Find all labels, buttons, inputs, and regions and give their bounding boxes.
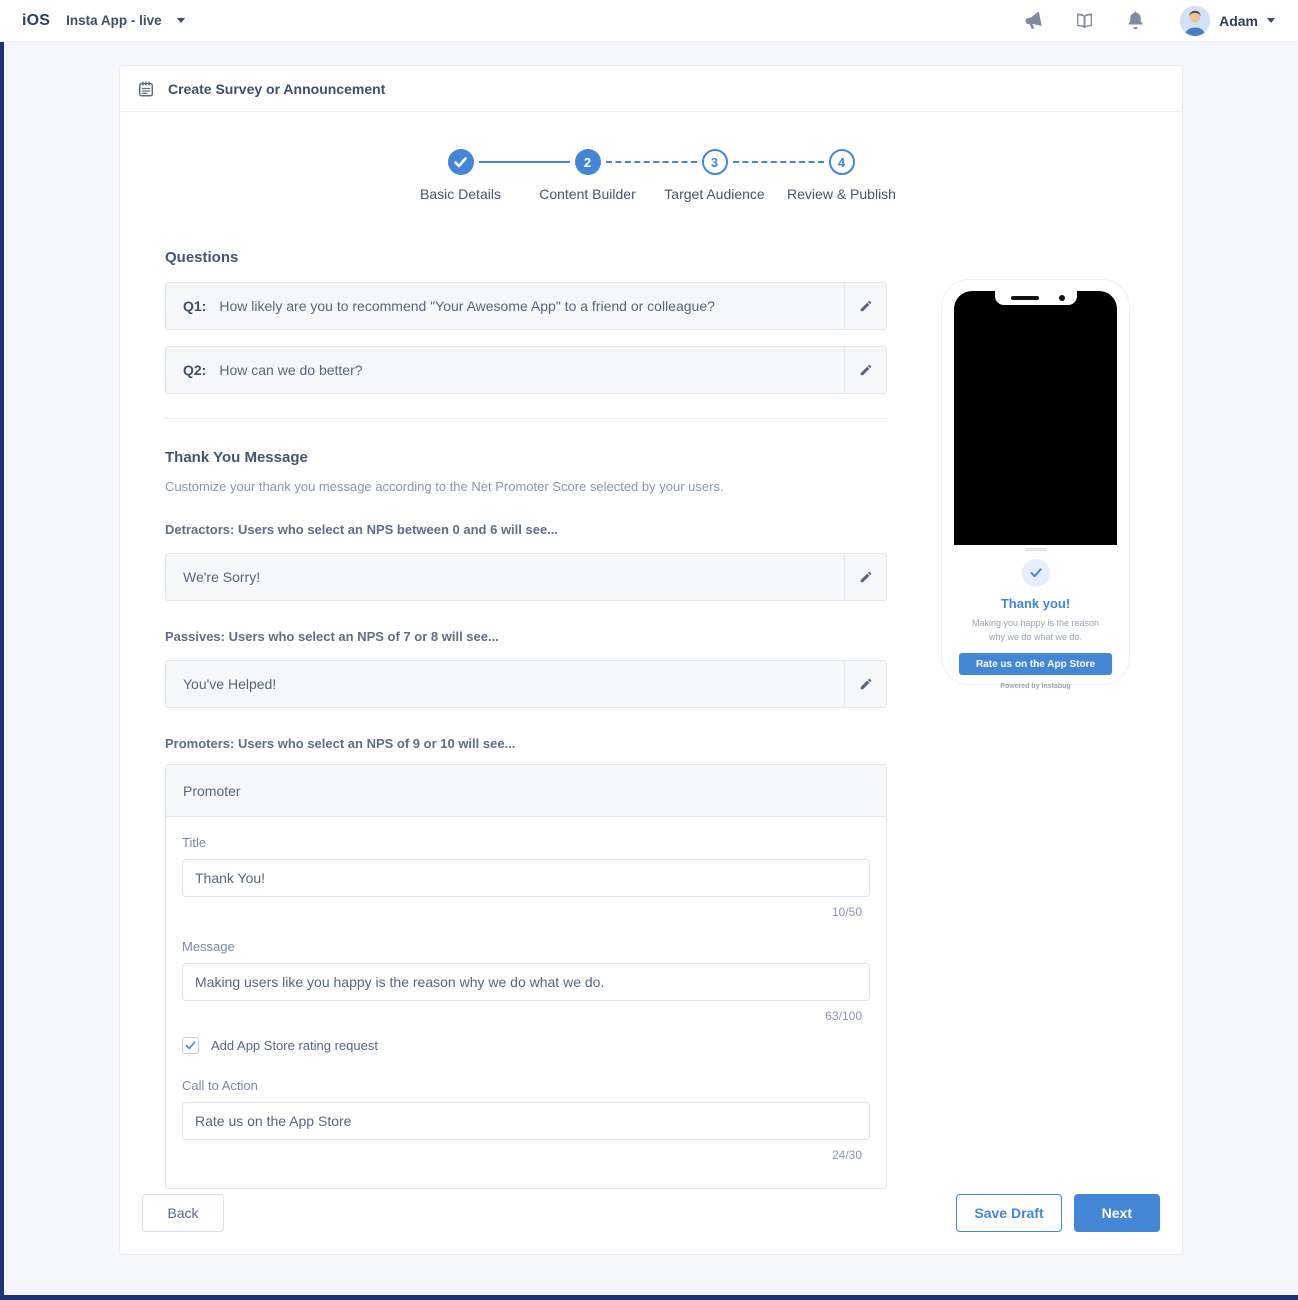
check-icon <box>454 156 467 167</box>
promoters-label: Promoters: Users who select an NPS of 9 … <box>165 736 516 751</box>
question-1-prefix: Q1: <box>183 298 207 314</box>
check-icon <box>185 1041 196 1050</box>
step-1-circle[interactable] <box>447 149 474 175</box>
pencil-icon <box>860 364 871 376</box>
sheet-handle <box>1024 548 1047 551</box>
question-row-1: Q1: How likely are you to recommend "Your… <box>165 282 887 330</box>
left-edge-strip <box>0 42 4 1300</box>
preview-rate-button: Rate us on the App Store <box>959 653 1112 675</box>
detractors-row: We're Sorry! <box>165 553 887 601</box>
user-name[interactable]: Adam <box>1219 13 1258 29</box>
app-store-rating-checkbox-row[interactable]: Add App Store rating request <box>182 1037 870 1054</box>
phone-screen: Thank you! Making you happy is the reaso… <box>954 291 1117 690</box>
create-survey-card: Create Survey or Announcement Basic Deta… <box>119 65 1183 1255</box>
step-2-label: Content Builder <box>539 186 636 202</box>
wizard-stepper: Basic Details 2 Content Builder 3 Target… <box>397 149 905 202</box>
save-draft-button[interactable]: Save Draft <box>956 1194 1062 1232</box>
check-icon <box>1029 568 1042 578</box>
announcements-megaphone-icon[interactable] <box>1023 10 1044 31</box>
step-1-label: Basic Details <box>420 186 501 202</box>
preview-check-badge <box>1021 559 1050 587</box>
user-menu-chevron-down-icon[interactable] <box>1266 17 1276 24</box>
section-divider <box>165 418 887 419</box>
step-4-circle[interactable]: 4 <box>828 149 855 175</box>
bottom-edge-strip <box>0 1295 1298 1300</box>
next-button[interactable]: Next <box>1073 1194 1160 1232</box>
promoter-panel-body: Title 10/50 Message 63/100 Add App Store… <box>166 817 886 1188</box>
preview-message: Making you happy is the reason why we do… <box>971 618 1100 642</box>
step-connector <box>478 161 570 163</box>
step-3-circle[interactable]: 3 <box>701 149 728 175</box>
phone-app-area <box>954 291 1117 545</box>
passives-value: You've Helped! <box>183 676 277 692</box>
step-2-circle[interactable]: 2 <box>574 149 601 175</box>
page-title: Create Survey or Announcement <box>168 80 386 97</box>
detractors-value: We're Sorry! <box>183 569 261 585</box>
preview-title: Thank you! <box>1000 596 1071 611</box>
passives-row: You've Helped! <box>165 660 887 708</box>
powered-by-label: Powered by Instabug <box>1000 683 1071 690</box>
survey-notepad-icon <box>138 81 154 96</box>
promoter-panel: Promoter Title 10/50 Message 63/100 Ad <box>165 764 887 1189</box>
edit-question-1-button[interactable] <box>844 283 886 329</box>
phone-preview: Thank you! Making you happy is the reaso… <box>941 279 1130 690</box>
back-button[interactable]: Back <box>142 1194 224 1232</box>
question-2-text: How can we do better? <box>219 362 363 378</box>
question-1-text: How likely are you to recommend "Your Aw… <box>219 298 715 314</box>
question-2-prefix: Q2: <box>183 362 207 378</box>
card-footer: Back Save Draft Next <box>120 1194 1182 1232</box>
title-label: Title <box>182 835 207 850</box>
promoter-panel-header: Promoter <box>166 765 886 817</box>
title-input[interactable] <box>182 859 870 897</box>
avatar-image <box>1180 5 1211 36</box>
user-avatar[interactable] <box>1180 5 1211 36</box>
step-connector <box>732 161 824 163</box>
pencil-icon <box>860 678 871 690</box>
chevron-down-icon <box>176 18 185 23</box>
phone-speaker <box>1010 296 1039 300</box>
step-target-audience: 3 Target Audience <box>605 149 778 202</box>
card-header: Create Survey or Announcement <box>120 66 1182 112</box>
pencil-icon <box>860 571 871 583</box>
notifications-bell-icon[interactable] <box>1125 10 1146 31</box>
edit-detractors-button[interactable] <box>844 554 886 600</box>
step-connector <box>605 161 697 163</box>
cta-label: Call to Action <box>182 1078 258 1093</box>
edit-question-2-button[interactable] <box>844 347 886 393</box>
message-field-block: Message 63/100 <box>182 939 870 1023</box>
questions-heading: Questions <box>165 249 239 266</box>
app-selector-dropdown[interactable]: Insta App - live <box>66 13 186 28</box>
app-store-rating-checkbox-label: Add App Store rating request <box>211 1038 378 1053</box>
message-label: Message <box>182 939 235 954</box>
top-bar: iOS Insta App - live Adam <box>0 0 1298 42</box>
app-store-rating-checkbox[interactable] <box>182 1037 199 1054</box>
phone-notch <box>994 291 1077 305</box>
question-row-2: Q2: How can we do better? <box>165 346 887 394</box>
app-selector-label: Insta App - live <box>66 13 162 28</box>
platform-logo: iOS <box>22 11 51 29</box>
cta-char-counter: 24/30 <box>831 1148 862 1162</box>
cta-field-block: Call to Action 24/30 <box>182 1078 870 1162</box>
cta-input[interactable] <box>182 1102 870 1140</box>
title-field-block: Title 10/50 <box>182 835 870 919</box>
preview-thank-you-sheet: Thank you! Making you happy is the reaso… <box>954 545 1117 690</box>
step-basic-details: Basic Details <box>397 149 524 202</box>
docs-book-icon[interactable] <box>1074 10 1095 31</box>
message-input[interactable] <box>182 963 870 1001</box>
edit-passives-button[interactable] <box>844 661 886 707</box>
step-content-builder: 2 Content Builder <box>478 149 651 202</box>
phone-camera <box>1058 295 1065 301</box>
step-review-publish: 4 Review & Publish <box>732 149 905 202</box>
message-char-counter: 63/100 <box>825 1009 862 1023</box>
step-4-label: Review & Publish <box>787 186 896 202</box>
title-char-counter: 10/50 <box>831 905 862 919</box>
step-3-label: Target Audience <box>664 186 765 202</box>
pencil-icon <box>860 300 871 312</box>
footer-actions: Save Draft Next <box>956 1194 1160 1232</box>
top-bar-actions: Adam <box>993 5 1276 36</box>
